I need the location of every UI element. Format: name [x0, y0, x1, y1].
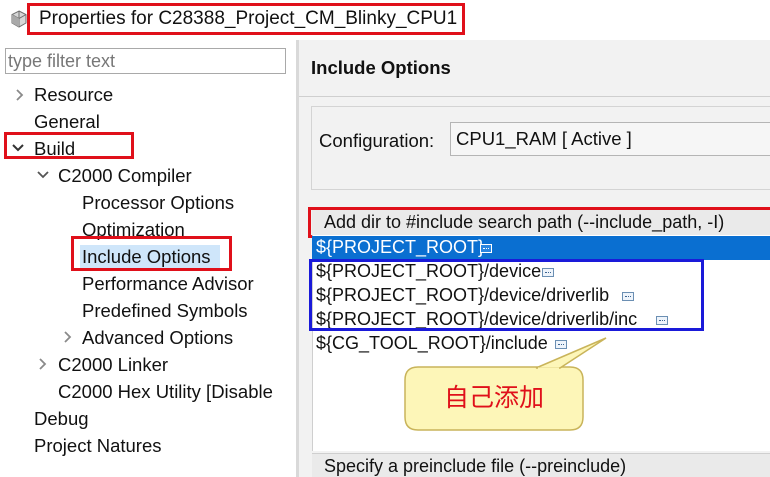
- tree-item-c2000-linker[interactable]: C2000 Linker: [58, 354, 168, 376]
- page-title: Include Options: [311, 57, 451, 78]
- tree-item-general[interactable]: General: [34, 111, 100, 133]
- chevron-right-icon[interactable]: [13, 88, 27, 102]
- path-text: ${CG_TOOL_ROOT}/include: [316, 333, 548, 353]
- list-item[interactable]: ${CG_TOOL_ROOT}/include: [312, 332, 770, 356]
- tree-item-resource[interactable]: Resource: [34, 84, 113, 106]
- annotation-red-box-title: [27, 3, 465, 35]
- tree-item-c2000-hex-utility[interactable]: C2000 Hex Utility [Disable: [58, 381, 294, 403]
- preinclude-group-title: Specify a preinclude file (--preinclude): [324, 456, 627, 476]
- tree-item-processor-options[interactable]: Processor Options: [82, 192, 234, 214]
- filter-input[interactable]: [5, 48, 286, 74]
- tree-item-predefined-symbols[interactable]: Predefined Symbols: [82, 300, 248, 322]
- chevron-right-icon[interactable]: [61, 330, 75, 344]
- configuration-value[interactable]: CPU1_RAM [ Active ]: [456, 128, 632, 150]
- tree-item-advanced-options[interactable]: Advanced Options: [82, 327, 233, 349]
- annotation-red-box-include-options: [71, 236, 232, 271]
- tree-item-debug[interactable]: Debug: [34, 408, 89, 430]
- header-separator: [299, 96, 770, 97]
- tree-item-performance-advisor[interactable]: Performance Advisor: [82, 273, 254, 295]
- list-item[interactable]: ${PROJECT_ROOT}: [312, 236, 770, 260]
- annotation-red-box-build: [4, 132, 134, 159]
- chevron-right-icon[interactable]: [36, 357, 50, 371]
- path-text: ${PROJECT_ROOT}: [316, 237, 485, 257]
- tree-item-c2000-compiler[interactable]: C2000 Compiler: [58, 165, 192, 187]
- chevron-down-icon[interactable]: [36, 168, 50, 182]
- configuration-label: Configuration:: [319, 130, 435, 151]
- properties-icon: [11, 10, 27, 28]
- annotation-blue-box-added-paths: [309, 259, 704, 331]
- tree-item-project-natures[interactable]: Project Natures: [34, 435, 162, 457]
- annotation-red-box-include-path: [308, 207, 770, 238]
- ellipsis-icon: [480, 244, 492, 253]
- ellipsis-icon: [555, 340, 567, 349]
- annotation-callout-text: 自己添加: [443, 383, 544, 412]
